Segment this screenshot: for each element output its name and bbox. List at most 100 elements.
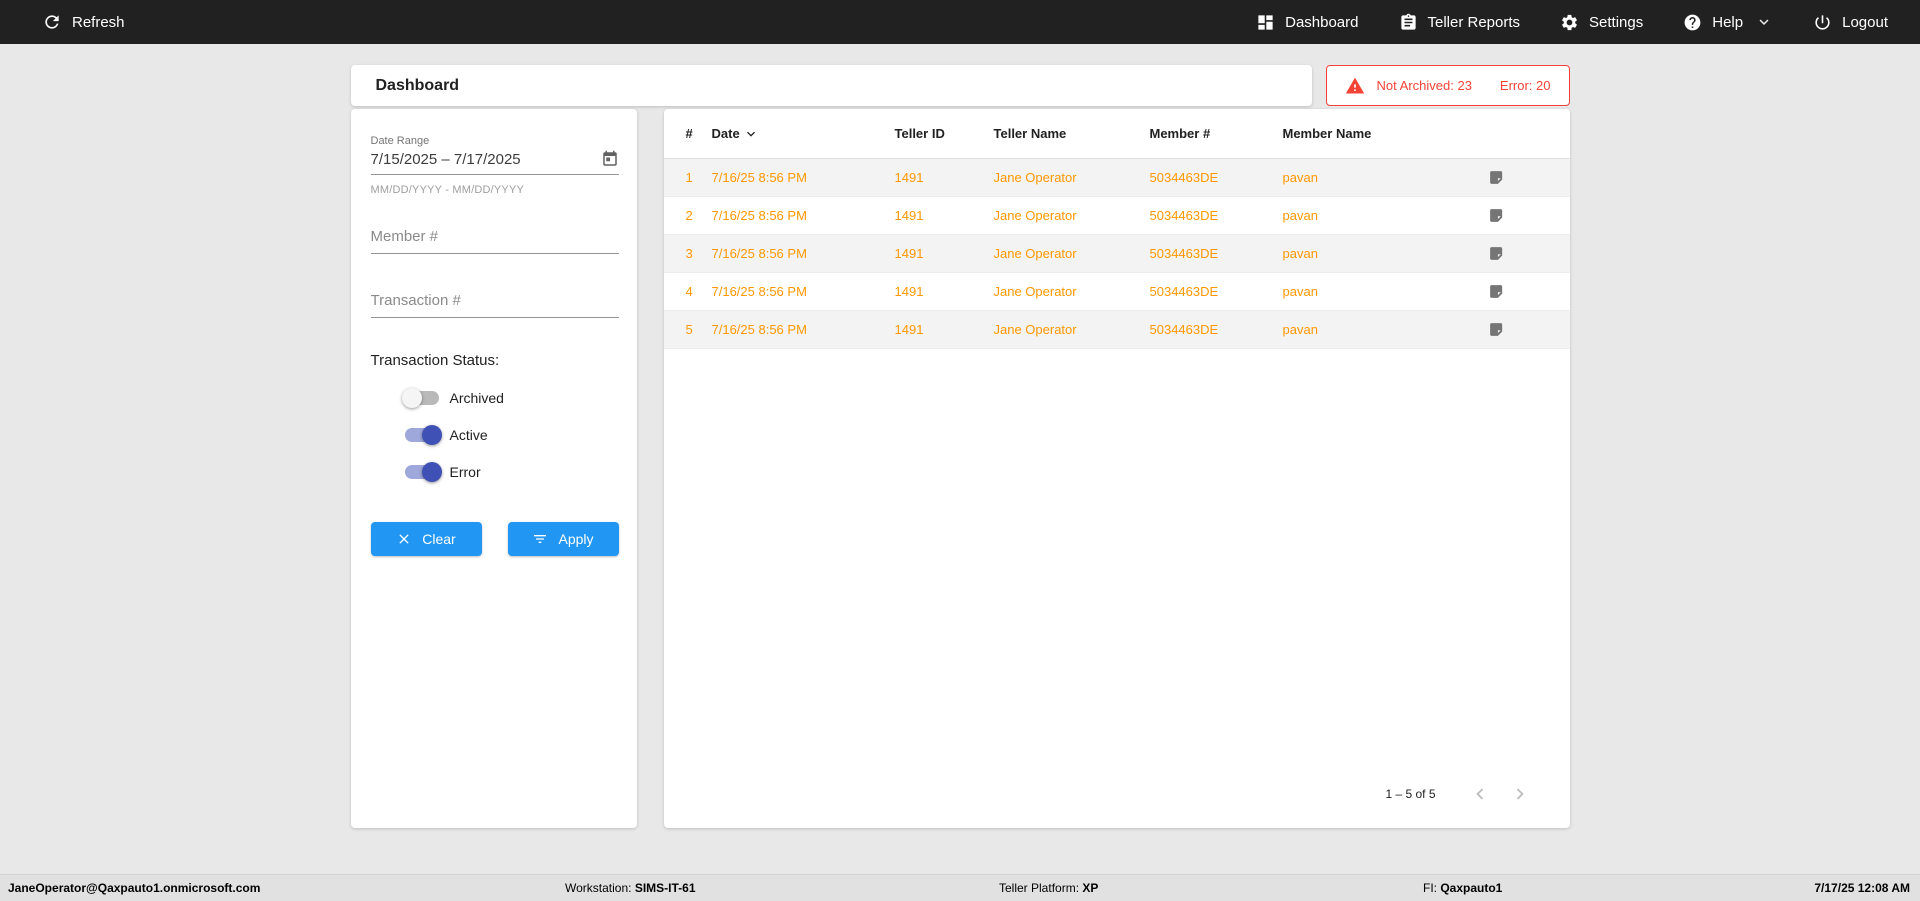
table-row[interactable]: 4 7/16/25 8:56 PM 1491 Jane Operator 503… — [663, 273, 1570, 311]
table-row[interactable]: 1 7/16/25 8:56 PM 1491 Jane Operator 503… — [663, 159, 1570, 197]
toggle-error[interactable]: Error — [404, 462, 619, 482]
chevron-down-icon — [1755, 13, 1773, 31]
error-switch[interactable] — [404, 462, 442, 482]
footer-timestamp: 7/17/25 12:08 AM — [1814, 881, 1910, 895]
table-body: 1 7/16/25 8:56 PM 1491 Jane Operator 503… — [663, 159, 1570, 349]
nav-dashboard[interactable]: Dashboard — [1256, 13, 1359, 32]
sort-desc-icon — [743, 126, 759, 142]
cell-row-number: 5 — [685, 322, 693, 337]
toggle-archived[interactable]: Archived — [401, 388, 619, 408]
next-page-button[interactable] — [1500, 774, 1540, 814]
cell-teller-name: Jane Operator — [993, 284, 1077, 299]
cell-member-name: pavan — [1282, 246, 1318, 261]
cell-date: 7/16/25 8:56 PM — [711, 170, 807, 185]
page-title: Dashboard — [375, 76, 460, 94]
footer-workstation-label: Workstation: — [565, 881, 632, 895]
cell-date: 7/16/25 8:56 PM — [711, 322, 807, 337]
footer-workstation: Workstation: SIMS-IT-61 — [565, 881, 696, 895]
footer-teller-platform: Teller Platform: XP — [999, 881, 1098, 895]
cell-row-number: 4 — [685, 284, 693, 299]
footer-workstation-value: SIMS-IT-61 — [634, 881, 696, 895]
date-range-hint: MM/DD/YYYY - MM/DD/YYYY — [370, 184, 525, 196]
cell-row-number: 3 — [685, 246, 693, 261]
toggle-error-label: Error — [449, 464, 481, 480]
clear-button-label: Clear — [422, 531, 456, 547]
calendar-icon[interactable] — [601, 150, 619, 168]
filter-buttons: Clear Apply — [370, 522, 619, 556]
cell-teller-id: 1491 — [894, 208, 924, 223]
table-row[interactable]: 3 7/16/25 8:56 PM 1491 Jane Operator 503… — [663, 235, 1570, 273]
cell-member-num: 5034463DE — [1149, 170, 1219, 185]
clear-x-icon — [396, 531, 412, 547]
nav-teller-reports[interactable]: Teller Reports — [1399, 13, 1521, 32]
topbar-nav: Dashboard Teller Reports Settings Help L… — [1256, 13, 1888, 32]
footer-platform-value: XP — [1082, 881, 1099, 895]
cell-teller-id: 1491 — [894, 284, 924, 299]
refresh-button[interactable]: Refresh — [42, 12, 125, 32]
refresh-label: Refresh — [72, 13, 125, 31]
reports-icon — [1399, 13, 1418, 32]
dashboard-icon — [1256, 13, 1275, 32]
apply-button-label: Apply — [558, 531, 594, 547]
column-date-label: Date — [711, 126, 740, 141]
warning-triangle-icon — [1345, 76, 1365, 96]
alert-badge[interactable]: Not Archived: 23 Error: 20 — [1325, 65, 1570, 106]
note-icon[interactable] — [1488, 245, 1505, 262]
pagination-range: 1 – 5 of 5 — [1385, 787, 1436, 801]
cell-teller-name: Jane Operator — [993, 246, 1077, 261]
column-member-num: Member # — [1149, 126, 1211, 141]
transactions-table: # Date Teller ID Teller Name Member # Me… — [663, 109, 1570, 828]
switch-thumb — [421, 462, 442, 482]
date-range-input[interactable] — [370, 150, 601, 168]
apply-button[interactable]: Apply — [507, 522, 619, 556]
column-teller-id: Teller ID — [894, 126, 945, 141]
table-row[interactable]: 2 7/16/25 8:56 PM 1491 Jane Operator 503… — [663, 197, 1570, 235]
nav-teller-reports-label: Teller Reports — [1427, 13, 1521, 31]
date-range-label: Date Range — [370, 135, 430, 147]
toggle-archived-label: Archived — [449, 390, 504, 406]
cell-member-name: pavan — [1282, 170, 1318, 185]
table-row[interactable]: 5 7/16/25 8:56 PM 1491 Jane Operator 503… — [663, 311, 1570, 349]
alert-error-count: Error: 20 — [1499, 78, 1551, 93]
cell-member-name: pavan — [1282, 208, 1318, 223]
date-range-row — [370, 147, 619, 175]
page-header-card: Dashboard — [350, 65, 1312, 106]
main-content: Dashboard Not Archived: 23 Error: 20 Dat… — [350, 44, 1570, 874]
note-icon[interactable] — [1488, 321, 1505, 338]
member-number-input[interactable] — [370, 228, 619, 254]
nav-help-label: Help — [1712, 13, 1744, 31]
note-icon[interactable] — [1488, 283, 1505, 300]
cell-date: 7/16/25 8:56 PM — [711, 246, 807, 261]
column-date[interactable]: Date — [712, 126, 895, 142]
nav-settings-label: Settings — [1589, 13, 1644, 31]
previous-page-button[interactable] — [1460, 774, 1500, 814]
column-teller-name: Teller Name — [993, 126, 1067, 141]
content-row: Date Range MM/DD/YYYY - MM/DD/YYYY Trans… — [350, 109, 1570, 828]
nav-logout[interactable]: Logout — [1813, 13, 1888, 32]
cell-teller-id: 1491 — [894, 322, 924, 337]
switch-thumb — [401, 388, 422, 408]
page-header-row: Dashboard Not Archived: 23 Error: 20 — [350, 65, 1570, 106]
archived-switch[interactable] — [401, 388, 439, 408]
clear-button[interactable]: Clear — [370, 522, 482, 556]
cell-teller-id: 1491 — [894, 246, 924, 261]
cell-member-num: 5034463DE — [1149, 246, 1219, 261]
note-icon[interactable] — [1488, 169, 1505, 186]
switch-thumb — [421, 425, 442, 445]
nav-logout-label: Logout — [1842, 13, 1888, 31]
note-icon[interactable] — [1488, 207, 1505, 224]
cell-teller-name: Jane Operator — [993, 170, 1077, 185]
column-num: # — [685, 126, 693, 141]
nav-settings[interactable]: Settings — [1560, 13, 1643, 32]
toggle-active[interactable]: Active — [404, 425, 619, 445]
transaction-number-input[interactable] — [370, 292, 619, 318]
footer-platform-label: Teller Platform: — [999, 881, 1080, 895]
cell-member-name: pavan — [1282, 284, 1318, 299]
active-switch[interactable] — [404, 425, 442, 445]
nav-help[interactable]: Help — [1683, 13, 1773, 32]
cell-date: 7/16/25 8:56 PM — [711, 208, 807, 223]
table-header-row: # Date Teller ID Teller Name Member # Me… — [663, 109, 1570, 159]
settings-gear-icon — [1560, 13, 1579, 32]
date-range-field: Date Range MM/DD/YYYY - MM/DD/YYYY — [370, 135, 619, 196]
footer-fi: FI: Qaxpauto1 — [1423, 881, 1502, 895]
